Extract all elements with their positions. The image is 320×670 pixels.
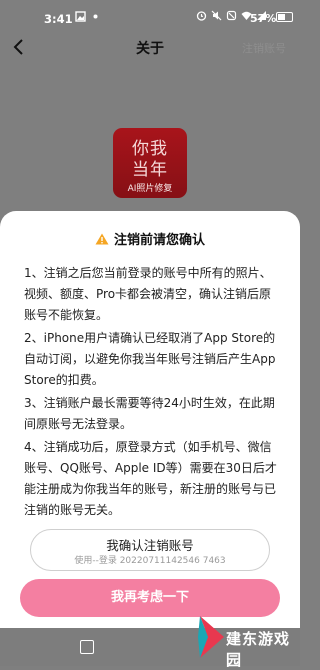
confirm-button-sublabel: 使用--登录 20220711142546 7463	[74, 556, 226, 566]
confirm-cancel-account-button[interactable]: 我确认注销账号 使用--登录 20220711142546 7463	[30, 529, 270, 571]
notice-item-4: 4、注销成功后，原登录方式（如手机号、微信账号、QQ账号、Apple ID等）需…	[24, 440, 277, 517]
notification-icons	[75, 11, 101, 22]
dialog-body: 1、注销之后您当前登录的账号中所有的照片、视频、额度、Pro卡都会被清空，确认注…	[24, 263, 282, 523]
confirm-dialog: 注销前请您确认 1、注销之后您当前登录的账号中所有的照片、视频、额度、Pro卡都…	[0, 211, 300, 666]
watermark-text: 建东游戏园	[226, 630, 291, 669]
app-logo: 你我 当年 AI照片修复	[113, 128, 187, 198]
notice-item-3: 3、注销账户最长需要等待24小时生效，在此期间原账号无法登录。	[24, 396, 275, 431]
dialog-title-row: 注销前请您确认	[0, 229, 300, 248]
alarm-icon	[196, 11, 207, 21]
battery-percent: 57%	[250, 12, 277, 25]
gallery-notification-icon	[75, 11, 86, 22]
watermark-logo-icon	[198, 616, 224, 658]
battery-icon	[276, 12, 293, 22]
watermark: 建东游戏园	[196, 606, 300, 669]
dialog-title: 注销前请您确认	[113, 233, 205, 248]
confirm-button-label: 我确认注销账号	[106, 538, 194, 553]
notice-item-1: 1、注销之后您当前登录的账号中所有的照片、视频、额度、Pro卡都会被清空，确认注…	[24, 266, 272, 322]
nav-bar: 关于 注销账号	[0, 34, 300, 62]
cancel-account-link[interactable]: 注销账号	[242, 40, 286, 56]
recent-apps-icon[interactable]	[80, 640, 94, 654]
do-not-disturb-icon	[226, 10, 237, 21]
status-bar: 3:41 57%	[0, 0, 300, 34]
logo-line2: 当年	[132, 160, 168, 180]
notice-item-2: 2、iPhone用户请确认已经取消了App Store的自动订阅，以避免你我当年…	[24, 331, 276, 387]
logo-tagline: AI照片修复	[127, 184, 173, 194]
dot-notification-icon	[93, 14, 98, 19]
status-time: 3:41	[44, 12, 73, 26]
warning-icon	[95, 233, 109, 245]
mute-icon	[211, 10, 222, 21]
